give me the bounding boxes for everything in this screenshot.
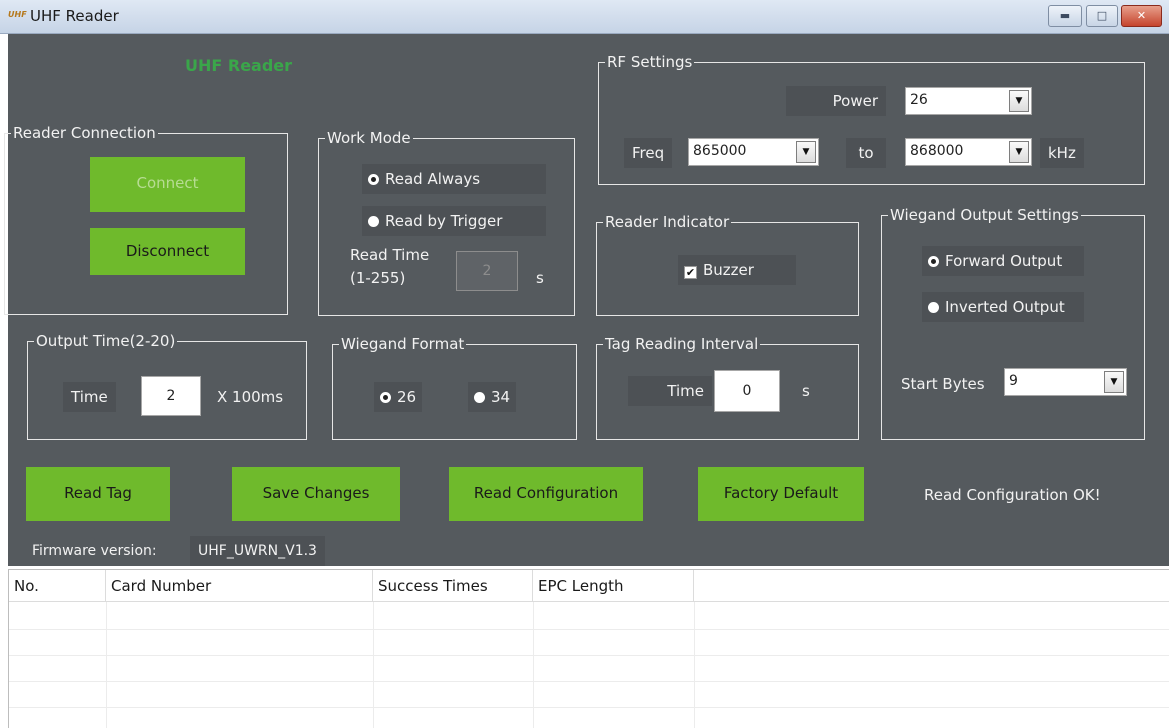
output-time-label: Time [63,382,116,412]
read-time-label: Read Time [350,246,430,264]
read-configuration-button[interactable]: Read Configuration [449,467,643,521]
radio-selected-icon [368,174,379,185]
wiegand-output-title: Wiegand Output Settings [888,205,1081,225]
buzzer-checkbox[interactable]: ✔ Buzzer [678,255,796,285]
freq-to-select[interactable]: 868000 ▼ [905,138,1032,166]
read-always-radio[interactable]: Read Always [362,164,546,194]
column-divider [373,602,374,728]
column-divider [694,602,695,728]
tag-interval-title: Tag Reading Interval [603,334,761,354]
rf-settings-title: RF Settings [605,52,695,72]
power-select[interactable]: 26 ▼ [905,87,1032,115]
inverted-output-label: Inverted Output [945,298,1065,316]
column-divider [106,602,107,728]
format-34-radio[interactable]: 34 [468,382,517,412]
freq-to-value: 868000 [910,143,964,159]
output-time-unit: X 100ms [217,388,284,406]
format-26-radio[interactable]: 26 [374,382,423,412]
column-divider [533,602,534,728]
radio-unselected-icon [474,392,485,403]
table-row [9,681,1169,682]
reader-connection-title: Reader Connection [11,123,158,143]
main-panel: UHF Reader Reader Connection Connect Dis… [4,34,1169,566]
to-label: to [846,138,886,168]
checkbox-checked-icon: ✔ [684,266,697,279]
power-value: 26 [910,92,928,108]
chevron-down-icon[interactable]: ▼ [796,141,816,163]
start-bytes-label: Start Bytes [901,375,985,393]
tag-interval-time-label: Time [628,376,712,406]
table-row [9,707,1169,708]
column-header-epc-length[interactable]: EPC Length [533,570,694,602]
format-34-label: 34 [491,388,511,406]
status-message: Read Configuration OK! [924,486,1101,504]
start-bytes-value: 9 [1009,373,1018,389]
firmware-value: UHF_UWRN_V1.3 [190,536,325,566]
title-bar: UHF UHF Reader ▬ □ ✕ [0,0,1169,34]
radio-unselected-icon [368,216,379,227]
table-row [9,655,1169,656]
read-always-label: Read Always [385,170,481,188]
freq-unit-label: kHz [1040,138,1084,168]
disconnect-button[interactable]: Disconnect [90,228,245,275]
buzzer-label: Buzzer [703,261,754,279]
freq-from-value: 865000 [693,143,747,159]
reader-indicator-title: Reader Indicator [603,212,732,232]
app-icon: UHF [8,10,27,19]
window-title: UHF Reader [30,7,119,25]
forward-output-label: Forward Output [945,252,1063,270]
table-header: No. Card Number Success Times EPC Length [9,570,1169,602]
read-by-trigger-radio[interactable]: Read by Trigger [362,206,546,236]
column-header-no[interactable]: No. [9,570,106,602]
radio-selected-icon [928,256,939,267]
chevron-down-icon[interactable]: ▼ [1104,371,1124,393]
forward-output-radio[interactable]: Forward Output [922,246,1084,276]
chevron-down-icon[interactable]: ▼ [1009,90,1029,112]
firmware-label: Firmware version: [32,543,157,559]
wiegand-format-group: Wiegand Format [332,334,577,440]
logo-text: UHF Reader [185,56,293,75]
close-button[interactable]: ✕ [1121,5,1162,27]
results-table[interactable]: No. Card Number Success Times EPC Length [8,569,1169,728]
freq-from-select[interactable]: 865000 ▼ [688,138,819,166]
read-time-input[interactable]: 2 [456,251,518,291]
output-time-input[interactable]: 2 [141,376,201,416]
start-bytes-select[interactable]: 9 ▼ [1004,368,1127,396]
column-header-success-times[interactable]: Success Times [373,570,533,602]
freq-label: Freq [624,138,673,168]
read-time-unit: s [536,269,544,287]
power-label: Power [786,86,886,116]
read-by-trigger-label: Read by Trigger [385,212,503,230]
radio-selected-icon [380,392,391,403]
column-header-card-number[interactable]: Card Number [106,570,373,602]
format-26-label: 26 [397,388,417,406]
read-tag-button[interactable]: Read Tag [26,467,170,521]
chevron-down-icon[interactable]: ▼ [1009,141,1029,163]
output-time-title: Output Time(2-20) [34,331,178,351]
read-time-range: (1-255) [350,269,406,287]
radio-unselected-icon [928,302,939,313]
save-changes-button[interactable]: Save Changes [232,467,400,521]
maximize-button[interactable]: □ [1086,5,1118,27]
tag-interval-input[interactable]: 0 [714,370,780,412]
connect-button[interactable]: Connect [90,157,245,212]
table-row [9,629,1169,630]
wiegand-format-title: Wiegand Format [339,334,467,354]
factory-default-button[interactable]: Factory Default [698,467,864,521]
tag-interval-unit: s [802,382,810,400]
work-mode-title: Work Mode [325,128,413,148]
minimize-button[interactable]: ▬ [1048,5,1082,27]
inverted-output-radio[interactable]: Inverted Output [922,292,1084,322]
